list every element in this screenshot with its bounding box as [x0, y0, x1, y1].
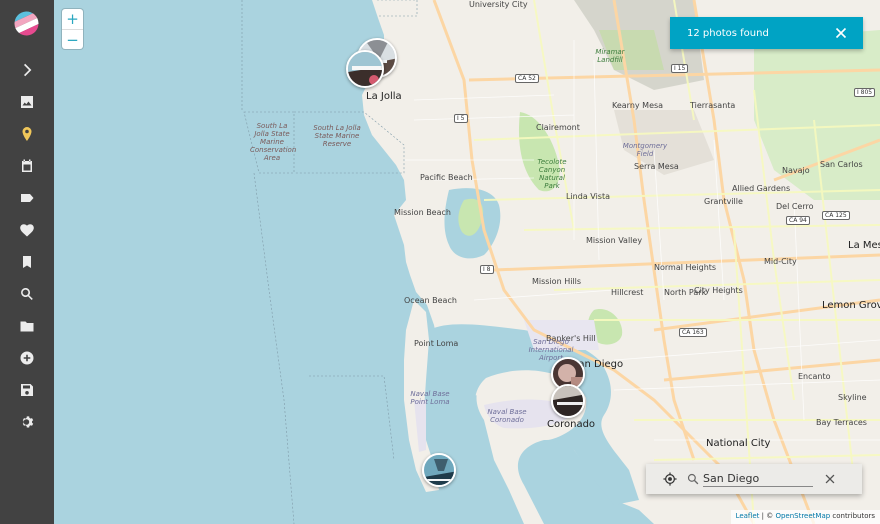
map-label-navy-point-loma: Naval Base Point Loma [410, 390, 450, 406]
folder-icon [20, 321, 34, 332]
openstreetmap-link[interactable]: OpenStreetMap [775, 512, 830, 520]
location-search-box [646, 464, 862, 494]
map-label-navajo: Navajo [782, 166, 810, 175]
toast-message: 12 photos found [687, 27, 769, 39]
zoom-control: + − [62, 9, 83, 49]
map-label-tierrasanta: Tierrasanta [690, 101, 736, 110]
nav-settings[interactable] [15, 410, 39, 434]
nav-albums[interactable] [15, 250, 39, 274]
nav-labels[interactable] [15, 186, 39, 210]
label-icon [21, 194, 34, 202]
nav-favorites[interactable] [15, 218, 39, 242]
map-label-miramar: Miramar Landfill [595, 48, 625, 64]
zoom-in-button[interactable]: + [62, 9, 83, 29]
gear-icon [22, 416, 34, 428]
map-label-navy-coronado: Naval Base Coronado [487, 408, 527, 424]
map-label-mid-city: Mid-City [764, 257, 797, 266]
map-label-la-mesa: La Mesa [848, 240, 880, 251]
map-label-marine-area: South La Jolla State Marine Conservation… [250, 122, 297, 162]
map-label-point-loma: Point Loma [414, 339, 459, 348]
nav-add[interactable] [15, 346, 39, 370]
search-icon [21, 288, 33, 300]
zoom-out-button[interactable]: − [62, 29, 83, 49]
highway-shield-ca94: CA 94 [786, 216, 810, 225]
map-label-national-city: National City [706, 438, 771, 449]
map-label-lemon-grove: Lemon Grove [822, 300, 880, 311]
map-label-clairemont: Clairemont [536, 123, 580, 132]
highway-shield-ca52: CA 52 [515, 74, 539, 83]
map-label-pacific-beach: Pacific Beach [420, 173, 473, 182]
map-label-mission-beach: Mission Beach [394, 208, 451, 217]
map-label-encanto: Encanto [798, 372, 831, 381]
map-label-linda-vista: Linda Vista [566, 192, 610, 201]
map-label-marine-reserve: South La Jolla State Marine Reserve [313, 124, 361, 148]
map-label-grantville: Grantville [704, 197, 743, 206]
sidebar [0, 0, 54, 524]
map-label-hillcrest: Hillcrest [611, 288, 644, 297]
map-pin-icon [22, 127, 32, 141]
highway-shield-ca163: CA 163 [679, 328, 707, 337]
highway-shield-i8: I 8 [480, 265, 494, 274]
chevron-right-icon [24, 63, 32, 77]
heart-icon [20, 224, 34, 237]
leaflet-link[interactable]: Leaflet [736, 512, 760, 520]
photos-found-toast: 12 photos found [670, 17, 863, 49]
bookmark-icon [23, 256, 31, 268]
map-view[interactable]: La Jolla Pacific Beach Mission Beach Oce… [54, 0, 880, 524]
photo-cluster-la-jolla-2[interactable] [346, 50, 384, 88]
map-label-mission-valley: Mission Valley [586, 236, 643, 245]
map-attribution: Leaflet | © OpenStreetMap contributors [730, 510, 880, 524]
map-label-kearny-mesa: Kearny Mesa [612, 101, 664, 110]
map-label-normal-heights: Normal Heights [654, 263, 717, 272]
attribution-suffix: contributors [830, 512, 875, 520]
calendar-icon [22, 159, 32, 172]
nav-photos[interactable] [15, 90, 39, 114]
search-icon [687, 473, 699, 485]
map-label-allied-gardens: Allied Gardens [732, 184, 791, 193]
map-label-del-cerro: Del Cerro [776, 202, 814, 211]
nav-save[interactable] [15, 378, 39, 402]
highway-shield-ca125: CA 125 [822, 211, 850, 220]
app: La Jolla Pacific Beach Mission Beach Oce… [0, 0, 880, 524]
map-label-la-jolla: La Jolla [366, 91, 402, 102]
nav-calendar[interactable] [15, 154, 39, 178]
close-icon[interactable] [833, 25, 849, 41]
save-icon [21, 384, 33, 396]
attribution-separator: | © [759, 512, 776, 520]
map-label-bay-terraces: Bay Terraces [816, 418, 867, 427]
map-label-serra-mesa: Serra Mesa [634, 162, 679, 171]
highway-shield-i5: I 5 [454, 114, 468, 123]
my-location-icon[interactable] [663, 472, 677, 486]
location-search-input[interactable] [703, 471, 813, 487]
nav-folders[interactable] [15, 314, 39, 338]
expand-sidebar-button[interactable] [15, 58, 39, 82]
map-label-tecolote: Tecolote Canyon Natural Park [537, 158, 567, 190]
app-logo-icon[interactable] [13, 10, 40, 37]
highway-shield-i15: I 15 [671, 64, 689, 73]
nav-search[interactable] [15, 282, 39, 306]
add-circle-icon [20, 351, 34, 365]
map-label-skyline: Skyline [838, 393, 867, 402]
photo-cluster-point-loma[interactable] [422, 453, 456, 487]
map-label-city-heights: City Heights [694, 286, 743, 295]
map-label-san-carlos: San Carlos [820, 160, 863, 169]
map-label-ocean-beach: Ocean Beach [404, 296, 457, 305]
map-label-montgomery: Montgomery Field [622, 142, 668, 158]
map-label-mission-hills: Mission Hills [532, 277, 582, 286]
map-label-university-city: University City [469, 0, 528, 9]
clear-icon[interactable] [823, 472, 837, 486]
nav-places[interactable] [15, 122, 39, 146]
highway-shield-i805: I 805 [854, 88, 876, 97]
map-label-coronado: Coronado [547, 419, 596, 430]
photos-icon [21, 96, 33, 108]
photo-cluster-coronado[interactable] [551, 384, 585, 418]
